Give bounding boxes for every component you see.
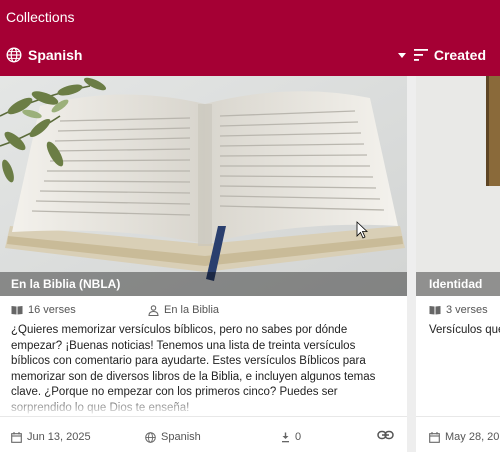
globe-icon [145,431,156,443]
author: En la Biblia [148,304,219,316]
sort-button[interactable]: Created [397,47,486,63]
calendar-icon [11,431,22,443]
verse-count: 3 verses [429,304,488,316]
collection-card[interactable]: En la Biblia (NBLA) 16 verses En la Bibl… [0,76,407,452]
sort-icon [413,49,428,61]
collection-meta: 16 verses En la Biblia [11,304,399,316]
app-bar: Collections Spanish Created [0,0,500,76]
collection-title: En la Biblia (NBLA) [0,272,407,296]
created-date: Jun 13, 2025 [11,431,91,443]
chevron-down-icon [397,52,406,58]
download-icon [282,432,289,442]
page-title: Collections [6,9,75,25]
link-icon [377,430,394,440]
copy-link-button[interactable] [377,429,394,441]
created-date-label: May 28, 20 [445,431,500,443]
download-count: 0 [281,431,301,443]
collection-title: Identidad [416,272,500,296]
sort-label: Created [433,47,486,63]
verse-count-label: 16 verses [28,304,76,316]
created-date-label: Jun 13, 2025 [27,431,91,443]
collection-language: Spanish [145,431,201,443]
description-fade [0,394,407,416]
calendar-icon [429,431,440,443]
collection-meta: 3 verses [429,304,492,316]
globe-icon [6,47,22,63]
book-icon [429,306,441,315]
cover-image: Identidad [416,76,500,296]
verse-count-label: 3 verses [446,304,488,316]
person-icon [148,304,159,316]
download-count-label: 0 [295,431,302,443]
language-filter-button[interactable]: Spanish [6,47,82,63]
card-footer: May 28, 20 [416,416,500,452]
book-icon [11,306,23,315]
created-date: May 28, 20 [429,431,499,443]
verse-count: 16 verses [11,304,76,316]
language-label: Spanish [161,431,201,443]
language-label: Spanish [28,47,83,63]
author-label: En la Biblia [164,304,220,316]
card-footer: Jun 13, 2025 Spanish 0 [0,416,407,452]
collection-description: Versículos que [429,324,500,336]
collection-card[interactable]: Identidad 3 verses Versículos que May 28… [416,76,500,452]
cover-image: En la Biblia (NBLA) [0,76,407,296]
